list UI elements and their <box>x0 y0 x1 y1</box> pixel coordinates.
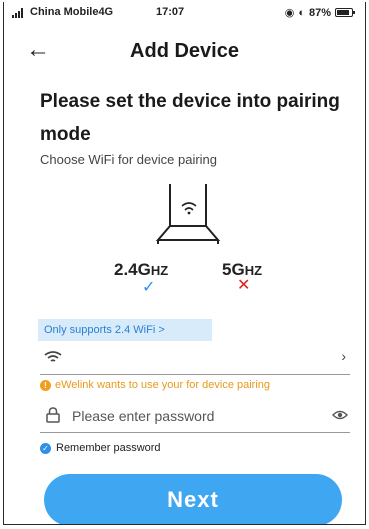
wifi-support-notice[interactable]: Only supports 2.4 WiFi > <box>38 319 212 341</box>
nav-bar: ← Add Device <box>4 30 365 70</box>
next-button[interactable]: Next <box>44 474 342 524</box>
chevron-right-icon: › <box>341 348 346 364</box>
clock: 17:07 <box>156 6 185 18</box>
signal-icon <box>12 8 23 18</box>
status-bar: China Mobile4G 17:07 ◉ ◐ 87% <box>4 2 365 22</box>
permission-warning-text: eWelink wants to use your for device pai… <box>55 379 271 391</box>
remember-password-checkbox[interactable]: ✓ <box>40 442 51 454</box>
pairing-subtitle: Choose WiFi for device pairing <box>40 152 218 167</box>
band-2-4ghz-unit: HZ <box>150 263 169 278</box>
router-icon <box>155 184 221 244</box>
lock-icon <box>46 407 60 423</box>
eye-icon[interactable] <box>332 409 348 421</box>
remember-password-label: Remember password <box>56 442 161 454</box>
battery-level: 87% <box>308 6 331 19</box>
wifi-network-selector[interactable]: › <box>40 344 350 375</box>
app-screen: China Mobile4G 17:07 ◉ ◐ 87% ← Add Devic… <box>3 2 366 525</box>
permission-warning: ! eWelink wants to use your for device p… <box>40 379 270 391</box>
data-saver-icon: ◐ <box>298 6 305 19</box>
supported-check-icon: ✓ <box>142 279 156 296</box>
status-right: ◉ ◐ 87% <box>284 6 355 19</box>
password-input[interactable] <box>70 403 324 429</box>
remember-password-option[interactable]: ✓ Remember password <box>40 442 161 454</box>
alarm-icon: ◉ <box>284 7 295 19</box>
battery-icon <box>335 8 355 17</box>
unsupported-cross-icon: ✕ <box>237 277 251 294</box>
warning-icon: ! <box>40 379 51 391</box>
password-field-row <box>40 398 350 433</box>
wifi-icon <box>44 351 62 362</box>
page-title: Add Device <box>130 40 239 62</box>
pairing-headline: Please set the device into pairing mode <box>40 91 340 145</box>
carrier-name: China Mobile4G <box>30 6 114 18</box>
